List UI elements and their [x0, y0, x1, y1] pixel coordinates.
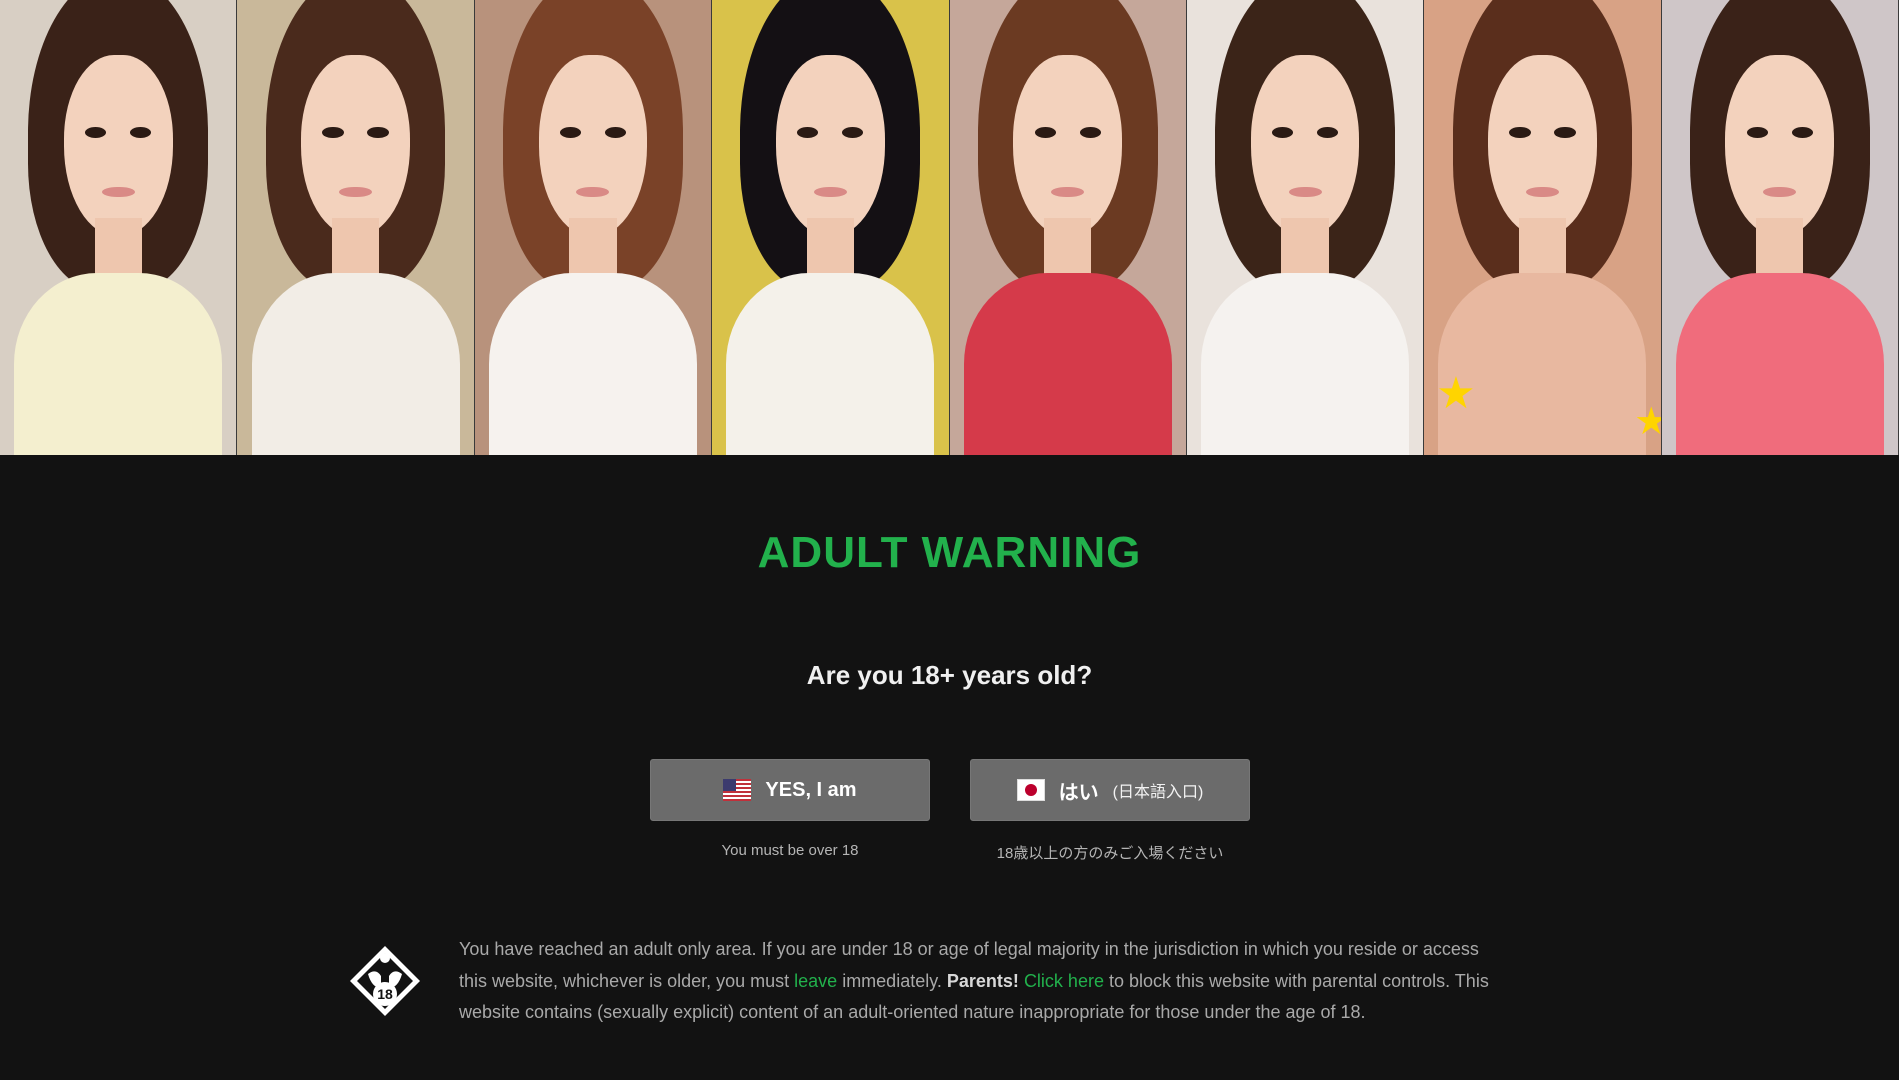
yes-button-note: You must be over 18 — [721, 842, 859, 859]
parents-label: Parents! — [946, 970, 1019, 991]
japanese-button-note: 18歳以上の方のみご入場ください — [996, 845, 1224, 862]
model-portrait-4 — [712, 0, 950, 455]
model-portrait-6 — [1186, 0, 1425, 455]
japanese-button-sublabel: (日本語入口) — [1112, 784, 1204, 801]
parental-controls-link[interactable]: Click here — [1024, 971, 1104, 991]
age-18-badge-icon: 18 — [350, 946, 420, 1016]
star-icon: ★ — [1436, 368, 1476, 419]
yes-enter-button[interactable]: YES, I am — [650, 759, 930, 821]
model-portrait-7: ★ ★ — [1424, 0, 1662, 455]
us-flag-icon — [723, 779, 752, 801]
banner-image-strip: ★ ★ — [0, 0, 1899, 455]
leave-link[interactable]: leave — [794, 971, 837, 991]
model-portrait-5 — [949, 0, 1187, 455]
japanese-button-label: はい — [1058, 781, 1099, 804]
model-portrait-2 — [237, 0, 475, 455]
legal-disclaimer: You have reached an adult only area. If … — [459, 934, 1504, 1029]
japanese-enter-button[interactable]: はい (日本語入口) — [970, 759, 1250, 821]
page-title: ADULT WARNING — [757, 528, 1142, 577]
model-portrait-8 — [1661, 0, 1899, 455]
disclaimer-text: immediately. — [837, 970, 947, 991]
yes-button-label: YES, I am — [765, 778, 857, 801]
svg-text:18: 18 — [377, 986, 393, 1002]
model-portrait-1 — [0, 0, 238, 455]
star-icon: ★ — [1634, 402, 1660, 440]
japan-flag-icon — [1016, 779, 1045, 801]
model-portrait-3 — [474, 0, 713, 455]
age-question: Are you 18+ years old? — [806, 660, 1093, 690]
